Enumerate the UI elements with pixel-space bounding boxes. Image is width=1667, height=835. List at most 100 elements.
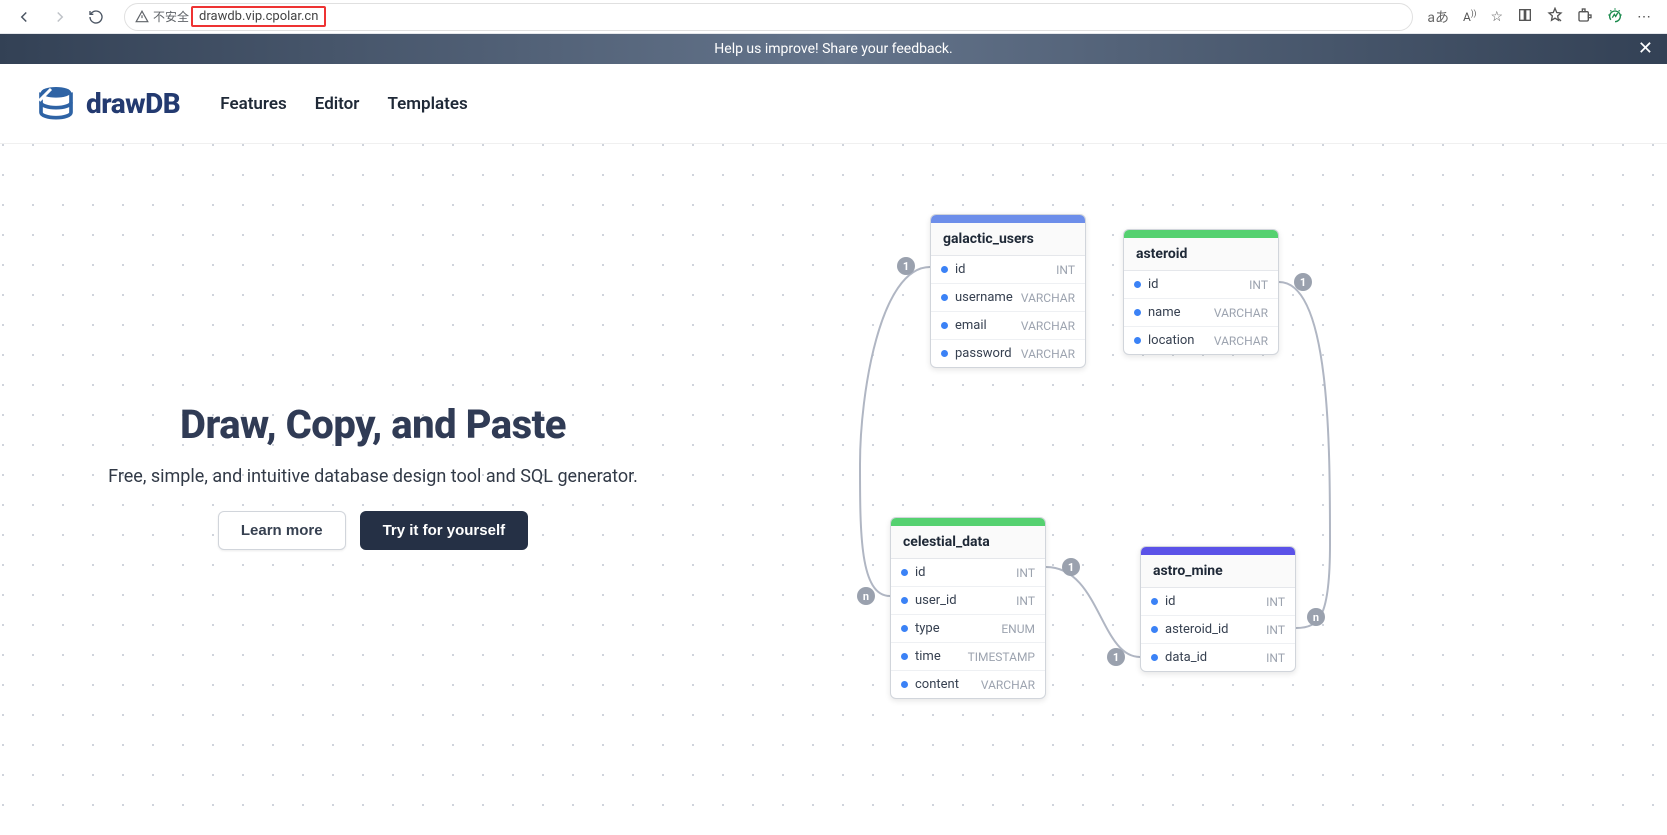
canvas[interactable]: Draw, Copy, and Paste Free, simple, and … (0, 144, 1667, 834)
cardinality-badge: n (1307, 608, 1325, 626)
url-text: drawdb.vip.cpolar.cn (191, 6, 326, 27)
field-dot-icon (941, 322, 948, 329)
nav-editor[interactable]: Editor (315, 94, 360, 114)
table-row[interactable]: idINT (931, 256, 1085, 284)
database-icon (36, 84, 76, 124)
field-dot-icon (1134, 281, 1141, 288)
field-label: id (1165, 594, 1176, 609)
logo-text: drawDB (86, 87, 180, 120)
cardinality-badge: 1 (897, 257, 915, 275)
warning-icon (135, 10, 149, 24)
favorite-outline-icon[interactable]: ☆ (1490, 9, 1503, 25)
table-row[interactable]: id INT (1141, 588, 1295, 616)
field-label: name (1148, 305, 1181, 320)
favorites-icon[interactable] (1547, 7, 1563, 27)
site-header: drawDB Features Editor Templates (0, 64, 1667, 144)
table-row[interactable]: data_idINT (1141, 644, 1295, 671)
cardinality-badge: 1 (1294, 273, 1312, 291)
field-type: ENUM (1001, 622, 1035, 636)
field-dot-icon (1134, 309, 1141, 316)
field-type: INT (1249, 278, 1268, 292)
table-row[interactable]: id INT (1124, 271, 1278, 299)
field-name: time (901, 649, 941, 664)
field-label: user_id (915, 593, 957, 608)
field-label: data_id (1165, 650, 1207, 665)
field-dot-icon (901, 569, 908, 576)
field-dot-icon (1151, 654, 1158, 661)
hero: Draw, Copy, and Paste Free, simple, and … (78, 402, 668, 550)
table-row[interactable]: contentVARCHAR (891, 671, 1045, 698)
table-row[interactable]: user_id INT (891, 587, 1045, 615)
field-dot-icon (901, 653, 908, 660)
hero-title: Draw, Copy, and Paste (78, 402, 668, 448)
address-bar[interactable]: 不安全 drawdb.vip.cpolar.cn (124, 3, 1413, 31)
field-label: location (1148, 333, 1194, 348)
field-type: INT (1266, 595, 1285, 609)
nav-features[interactable]: Features (220, 94, 287, 114)
field-label: type (915, 621, 940, 636)
table-row[interactable]: location VARCHAR (1124, 327, 1278, 354)
logo[interactable]: drawDB (36, 84, 180, 124)
field-label: id (915, 565, 926, 580)
close-icon[interactable]: ✕ (1638, 38, 1653, 59)
table-galactic_users[interactable]: galactic_usersidINTusernameVARCHARemailV… (930, 214, 1086, 368)
field-name: id (901, 565, 926, 580)
field-type: VARCHAR (1214, 306, 1268, 320)
table-row[interactable]: idINT (891, 559, 1045, 587)
cardinality-badge: 1 (1062, 558, 1080, 576)
back-button[interactable] (10, 3, 38, 31)
table-astro_mine[interactable]: astro_mineidINTasteroid_idINTdata_idINT (1140, 546, 1296, 672)
table-color-bar (1141, 547, 1295, 555)
read-aloud-icon[interactable]: A)) (1463, 9, 1476, 24)
table-row[interactable]: passwordVARCHAR (931, 340, 1085, 367)
table-row[interactable]: name VARCHAR (1124, 299, 1278, 327)
field-type: VARCHAR (1021, 291, 1075, 305)
field-label: id (1148, 277, 1159, 292)
collections-icon[interactable] (1517, 7, 1533, 27)
cardinality-badge: n (857, 587, 875, 605)
table-row[interactable]: type ENUM (891, 615, 1045, 643)
forward-button[interactable] (46, 3, 74, 31)
more-icon[interactable]: ⋯ (1637, 9, 1651, 25)
field-dot-icon (901, 597, 908, 604)
hero-subtitle: Free, simple, and intuitive database des… (78, 466, 668, 487)
field-name: username (941, 290, 1013, 305)
learn-more-button[interactable]: Learn more (218, 511, 346, 550)
feedback-banner[interactable]: Help us improve! Share your feedback. ✕ (0, 34, 1667, 64)
field-name: id (1151, 594, 1176, 609)
table-color-bar (931, 215, 1085, 223)
field-name: name (1134, 305, 1181, 320)
performance-icon[interactable] (1607, 7, 1623, 27)
table-color-bar (1124, 230, 1278, 238)
field-name: asteroid_id (1151, 622, 1228, 637)
field-type: INT (1056, 263, 1075, 277)
field-type: VARCHAR (1214, 334, 1268, 348)
field-label: asteroid_id (1165, 622, 1228, 637)
cta-row: Learn more Try it for yourself (78, 511, 668, 550)
field-name: id (1134, 277, 1159, 292)
nav-templates[interactable]: Templates (387, 94, 467, 114)
field-type: INT (1016, 594, 1035, 608)
field-dot-icon (1151, 626, 1158, 633)
field-label: username (955, 290, 1013, 305)
insecure-label: 不安全 (153, 8, 189, 25)
extensions-icon[interactable] (1577, 7, 1593, 27)
table-asteroid[interactable]: asteroid id INT name VARCHAR location VARCHAR (1123, 229, 1279, 355)
table-celestial_data[interactable]: celestial_dataidINTuser_idINTtypeENUMtim… (890, 517, 1046, 699)
field-name: type (901, 621, 940, 636)
try-it-button[interactable]: Try it for yourself (360, 511, 529, 550)
reload-button[interactable] (82, 3, 110, 31)
table-row[interactable]: emailVARCHAR (931, 312, 1085, 340)
table-title: asteroid (1124, 238, 1278, 271)
field-dot-icon (1134, 337, 1141, 344)
table-row[interactable]: timeTIMESTAMP (891, 643, 1045, 671)
table-row[interactable]: asteroid_idINT (1141, 616, 1295, 644)
field-name: email (941, 318, 987, 333)
table-row[interactable]: username VARCHAR (931, 284, 1085, 312)
field-label: content (915, 677, 959, 692)
cardinality-badge: 1 (1107, 648, 1125, 666)
field-dot-icon (901, 625, 908, 632)
insecure-indicator: 不安全 (135, 8, 189, 25)
translate-icon[interactable]: aあ (1427, 7, 1449, 27)
banner-text: Help us improve! Share your feedback. (714, 41, 952, 57)
